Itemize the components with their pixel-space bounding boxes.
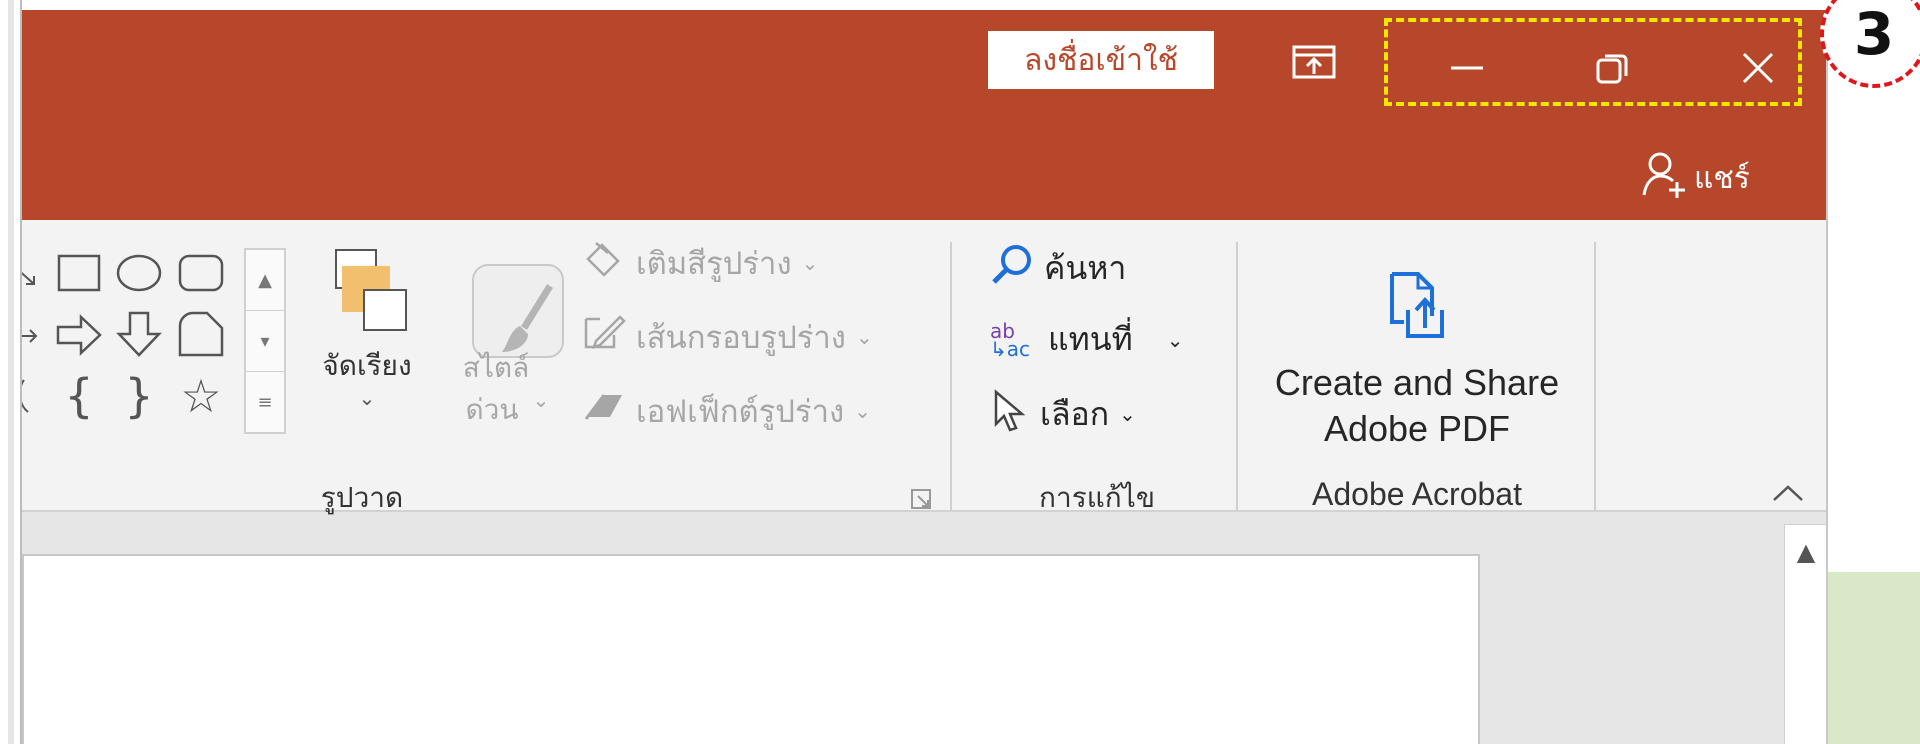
group-separator [950, 242, 952, 510]
shape-fill-chevron-icon: ⌄ [801, 251, 819, 275]
group-separator [1236, 242, 1238, 510]
find-label: ค้นหา [1044, 248, 1127, 287]
close-icon[interactable] [1728, 38, 1788, 98]
restore-icon[interactable] [1582, 38, 1642, 98]
left-window-frame [0, 0, 22, 744]
shape-fill-label: เติมสีรูปร่าง [636, 246, 792, 282]
powerpoint-window: ลงชื่อเข้าใช้ แชร์ {} ☆ ▲ ▾ ≡ จัดเรียง … [22, 10, 1828, 744]
right-brace-shape-icon[interactable]: } [114, 368, 164, 424]
rounded-rectangle-shape-icon[interactable] [176, 250, 226, 296]
shape-effects-icon [582, 387, 626, 435]
ribbon: { } ☆ ▲ ▾ ≡ จัดเรียง ⌄ สไตล์ ด่วน ⌄ เติม… [22, 220, 1826, 514]
select-button[interactable]: เลือก ⌄ [990, 388, 1136, 440]
down-arrow-shape-icon[interactable] [114, 308, 164, 360]
gallery-more-icon[interactable]: ≡ [246, 372, 284, 432]
shape-fill-button[interactable]: เติมสีรูปร่าง ⌄ [582, 238, 818, 288]
find-button[interactable]: ค้นหา [990, 242, 1126, 294]
select-label: เลือก [1040, 394, 1110, 433]
replace-button[interactable]: ab ↳ac แทนที่ ⌄ [990, 314, 1183, 365]
paint-bucket-icon [582, 239, 626, 287]
snip-corner-shape-icon[interactable] [176, 308, 226, 360]
editing-group-label: การแก้ไข [1039, 481, 1155, 514]
shapes-gallery[interactable]: { } ☆ [22, 244, 234, 419]
drawing-group-label: รูปวาด [320, 481, 404, 514]
add-person-icon [1642, 149, 1688, 207]
share-label: แชร์ [1694, 160, 1750, 196]
shape-effects-chevron-icon: ⌄ [854, 399, 871, 423]
create-share-label-line1: Create and Share [1274, 362, 1560, 403]
create-share-adobe-pdf-button[interactable]: Create and Share Adobe PDF [1262, 360, 1572, 452]
sign-in-button[interactable]: ลงชื่อเข้าใช้ [988, 31, 1214, 89]
group-separator [1594, 242, 1596, 510]
search-icon [990, 242, 1034, 294]
adobe-acrobat-group-label: Adobe Acrobat [1312, 476, 1522, 512]
vertical-scrollbar[interactable]: ▲ [1784, 524, 1826, 744]
oval-shape-icon[interactable] [114, 250, 164, 296]
shape-outline-chevron-icon: ⌄ [855, 325, 873, 349]
scroll-up-arrow-icon[interactable]: ▲ [1785, 525, 1826, 579]
background-right-green [1828, 572, 1920, 744]
line-arrow-shape-icon[interactable] [22, 306, 44, 362]
shape-effects-button[interactable]: เอฟเฟ็กต์รูปร่าง ⌄ [582, 386, 871, 436]
select-chevron-icon: ⌄ [1119, 402, 1136, 426]
gallery-scroll-up-icon[interactable]: ▲ [246, 250, 284, 311]
gallery-scroll-down-icon[interactable]: ▾ [246, 311, 284, 372]
pointer-icon [990, 388, 1030, 440]
pen-outline-icon [582, 313, 626, 361]
star-shape-icon[interactable]: ☆ [176, 368, 226, 424]
quick-styles-button[interactable]: สไตล์ ด่วน ⌄ [446, 256, 564, 456]
arrange-dropdown-chevron-icon: ⌄ [358, 386, 376, 410]
shape-effects-label: เอฟเฟ็กต์รูปร่าง [636, 394, 845, 430]
shape-outline-label: เส้นกรอบรูปร่าง [636, 320, 846, 356]
drawing-dialog-launcher-icon[interactable] [910, 488, 932, 510]
right-arrow-shape-icon[interactable] [54, 310, 104, 360]
replace-icon: ab ↳ac [990, 318, 1031, 361]
arrange-button[interactable]: จัดเรียง ⌄ [312, 248, 422, 448]
arc-shape-icon[interactable] [22, 368, 44, 424]
create-share-label-line2: Adobe PDF [1323, 408, 1511, 449]
minimize-icon[interactable] [1437, 38, 1497, 98]
replace-label: แทนที่ [1048, 320, 1133, 358]
shape-outline-button[interactable]: เส้นกรอบรูปร่าง ⌄ [582, 312, 873, 362]
adobe-pdf-share-icon[interactable] [1388, 270, 1448, 342]
collapse-ribbon-icon[interactable] [1768, 478, 1808, 508]
left-frame-inner [8, 0, 14, 744]
rectangle-shape-icon[interactable] [54, 250, 104, 296]
slide-canvas[interactable] [22, 554, 1480, 744]
left-brace-shape-icon[interactable]: { [54, 368, 104, 424]
gallery-scroll: ▲ ▾ ≡ [244, 248, 286, 434]
replace-chevron-icon: ⌄ [1166, 327, 1184, 352]
quick-styles-label-line1: สไตล์ [462, 351, 530, 384]
arrange-icon [335, 249, 407, 331]
share-button[interactable]: แชร์ [1642, 150, 1772, 206]
ribbon-display-options-icon[interactable] [1284, 40, 1344, 84]
arrow-shape-icon[interactable] [22, 244, 40, 300]
quick-styles-chevron-icon: ⌄ [532, 388, 550, 412]
title-bar: ลงชื่อเข้าใช้ แชร์ [22, 10, 1826, 220]
arrange-label: จัดเรียง [322, 349, 412, 382]
